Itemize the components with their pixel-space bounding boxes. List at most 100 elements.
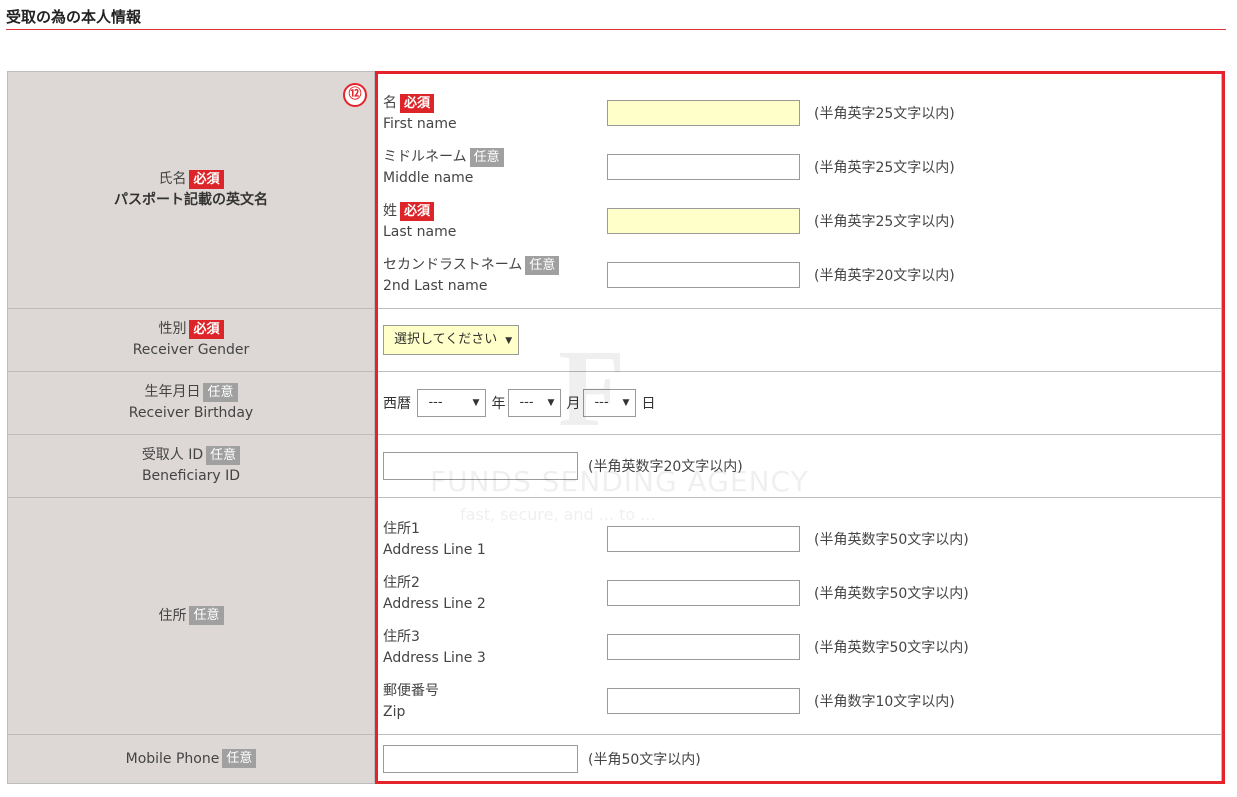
address-line-1-group: 住所1 Address Line 1 (半角英数字50文字以内): [375, 510, 1221, 564]
required-badge: 必須: [400, 93, 435, 113]
year-unit: 年: [491, 396, 506, 412]
birthday-label-en: Receiver Birthday: [128, 405, 254, 421]
beneficiary-label-cell: 受取人 ID 任意 Beneficiary ID: [7, 434, 375, 498]
required-badge: 必須: [189, 169, 224, 189]
optional-badge: 任意: [525, 255, 560, 275]
address-line-3-input[interactable]: [607, 634, 800, 660]
month-select[interactable]: --- ▼: [508, 389, 562, 417]
optional-badge: 任意: [206, 445, 241, 465]
gender-label-cell: 性別 必須 Receiver Gender: [7, 308, 375, 372]
first-name-group: 名必須 First name (半角英字25文字以内): [375, 84, 1221, 138]
gender-label-jp: 性別: [158, 321, 187, 337]
year-selected-value: ---: [428, 395, 443, 410]
address-line-1-hint: (半角英数字50文字以内): [814, 532, 969, 548]
address-line-2-label-en: Address Line 2: [383, 596, 486, 612]
zip-label-en: Zip: [383, 704, 406, 720]
first-name-input[interactable]: [607, 100, 800, 126]
required-badge: 必須: [189, 319, 224, 339]
address-value-cell: 住所1 Address Line 1 (半角英数字50文字以内) 住所2 Addre…: [374, 497, 1222, 735]
zip-input[interactable]: [607, 688, 800, 714]
address-line-3-hint: (半角英数字50文字以内): [814, 640, 969, 656]
name-sublabel: パスポート記載の英文名: [114, 192, 268, 208]
address-line-3-label-en: Address Line 3: [383, 650, 486, 666]
beneficiary-row: 受取人 ID 任意 Beneficiary ID (半角英数字20文字以内): [7, 434, 1222, 498]
name-label: 氏名: [158, 171, 187, 187]
name-value-cell: 名必須 First name (半角英字25文字以内) ミドルネーム 任意 Middl…: [374, 71, 1222, 309]
name-label-cell: 氏名 必須 パスポート記載の英文名: [7, 71, 375, 309]
second-last-name-input[interactable]: [607, 262, 800, 288]
beneficiary-label-en: Beneficiary ID: [141, 468, 241, 484]
receiver-info-form: 氏名 必須 パスポート記載の英文名 名必須 First name (半角英字25文字…: [7, 71, 1222, 784]
address-line-1-input[interactable]: [607, 526, 800, 552]
year-select[interactable]: --- ▼: [417, 389, 487, 417]
second-last-name-group: セカンドラストネーム 任意 2nd Last name (半角英字20文字以内): [375, 246, 1221, 300]
address-line-3-group: 住所3 Address Line 3 (半角英数字50文字以内): [375, 618, 1221, 672]
address-line-1-label-jp: 住所1: [383, 521, 420, 537]
section-title: 受取の為の本人情報: [6, 8, 142, 26]
address-label-cell: 住所 任意: [7, 497, 375, 735]
mobile-label-en: Mobile Phone: [125, 750, 220, 767]
first-name-hint: (半角英字25文字以内): [814, 106, 955, 122]
dropdown-arrow-icon: ▼: [547, 398, 555, 408]
optional-badge: 任意: [469, 147, 504, 167]
mobile-label-cell: Mobile Phone 任意: [7, 734, 375, 784]
mobile-value-cell: (半角50文字以内): [374, 734, 1222, 784]
mobile-hint: (半角50文字以内): [588, 752, 701, 768]
month-unit: 月: [566, 396, 581, 412]
middle-name-label-jp: ミドルネーム: [383, 149, 467, 165]
address-label-jp: 住所: [158, 607, 187, 624]
address-row: 住所 任意 住所1 Address Line 1 (半角英数字50文字以内) 住所2…: [7, 497, 1222, 735]
address-line-3-label-jp: 住所3: [383, 629, 420, 645]
address-line-2-label-jp: 住所2: [383, 575, 420, 591]
zip-label-jp: 郵便番号: [383, 683, 439, 699]
gender-row: 性別 必須 Receiver Gender 選択してください ▼: [7, 308, 1222, 372]
gender-value-cell: 選択してください ▼: [374, 308, 1222, 372]
dropdown-arrow-icon: ▼: [505, 336, 513, 346]
second-last-name-label-en: 2nd Last name: [383, 278, 488, 294]
address-line-2-hint: (半角英数字50文字以内): [814, 586, 969, 602]
beneficiary-hint: (半角英数字20文字以内): [588, 459, 743, 475]
last-name-label-jp: 姓: [383, 203, 397, 219]
middle-name-hint: (半角英字25文字以内): [814, 160, 955, 176]
day-select[interactable]: --- ▼: [583, 389, 637, 417]
birthday-label-jp: 生年月日: [144, 384, 201, 400]
mobile-phone-input[interactable]: [383, 745, 578, 773]
beneficiary-value-cell: (半角英数字20文字以内): [374, 434, 1222, 498]
dropdown-arrow-icon: ▼: [472, 398, 480, 408]
gender-label-en: Receiver Gender: [132, 342, 250, 358]
era-label: 西暦: [383, 396, 411, 412]
last-name-label-en: Last name: [383, 224, 457, 240]
last-name-group: 姓必須 Last name (半角英字25文字以内): [375, 192, 1221, 246]
day-unit: 日: [641, 396, 656, 412]
middle-name-input[interactable]: [607, 154, 800, 180]
birthday-value-cell: 西暦 --- ▼ 年 --- ▼ 月 --- ▼ 日: [374, 371, 1222, 435]
month-selected-value: ---: [519, 395, 534, 410]
last-name-input[interactable]: [607, 208, 800, 234]
birthday-label-cell: 生年月日 任意 Receiver Birthday: [7, 371, 375, 435]
first-name-label-en: First name: [383, 116, 457, 132]
beneficiary-id-input[interactable]: [383, 452, 578, 480]
address-line-2-input[interactable]: [607, 580, 800, 606]
optional-badge: 任意: [203, 382, 238, 402]
zip-group: 郵便番号 Zip (半角数字10文字以内): [375, 672, 1221, 726]
zip-hint: (半角数字10文字以内): [814, 694, 955, 710]
day-selected-value: ---: [594, 395, 609, 410]
dropdown-arrow-icon: ▼: [622, 398, 630, 408]
birthday-row: 生年月日 任意 Receiver Birthday 西暦 --- ▼ 年 --- ▼ 月 --…: [7, 371, 1222, 435]
gender-selected-value: 選択してください: [394, 332, 498, 347]
gender-select[interactable]: 選択してください ▼: [383, 325, 520, 355]
optional-badge: 任意: [222, 749, 257, 768]
mobile-row: Mobile Phone 任意 (半角50文字以内): [7, 734, 1222, 784]
second-last-name-hint: (半角英字20文字以内): [814, 268, 955, 284]
middle-name-label-en: Middle name: [383, 170, 474, 186]
required-badge: 必須: [400, 201, 435, 221]
beneficiary-label-jp: 受取人 ID: [141, 447, 204, 463]
last-name-hint: (半角英字25文字以内): [814, 214, 955, 230]
name-row: 氏名 必須 パスポート記載の英文名 名必須 First name (半角英字25文字…: [7, 71, 1222, 309]
address-line-2-group: 住所2 Address Line 2 (半角英数字50文字以内): [375, 564, 1221, 618]
first-name-label-jp: 名: [383, 95, 397, 111]
title-divider: [6, 29, 1226, 30]
address-line-1-label-en: Address Line 1: [383, 542, 486, 558]
optional-badge: 任意: [189, 606, 224, 625]
annotation-number: ⑫: [343, 83, 367, 107]
